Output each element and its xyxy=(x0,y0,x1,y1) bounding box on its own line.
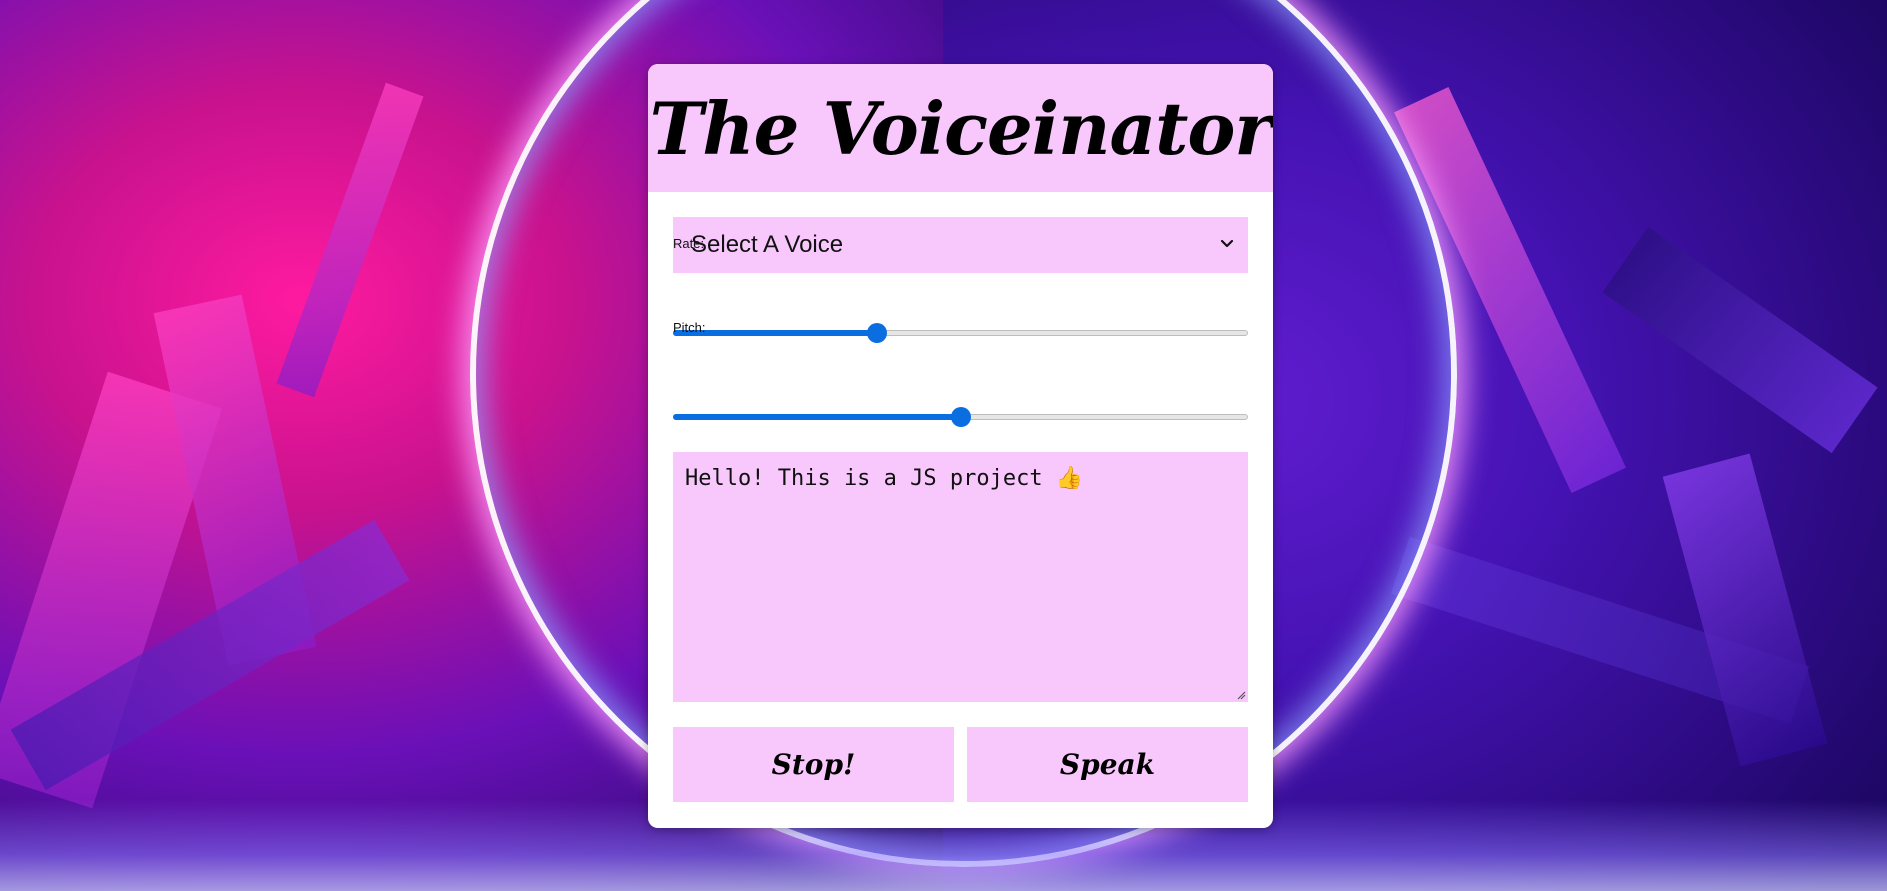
pitch-slider-fill xyxy=(673,414,961,420)
message-textarea[interactable]: Hello! This is a JS project 👍 xyxy=(673,452,1248,702)
page-title: The Voiceinator xyxy=(649,85,1273,171)
rate-slider-thumb[interactable] xyxy=(867,323,888,343)
rate-label: Rate: xyxy=(673,236,705,251)
speak-button[interactable]: Speak xyxy=(967,727,1248,802)
panel-header: The Voiceinator xyxy=(648,64,1273,192)
background-scene: The Voiceinator Select A Voice Rate: Pit… xyxy=(0,0,1887,891)
voice-panel: The Voiceinator Select A Voice Rate: Pit… xyxy=(648,64,1273,828)
crystal-decoration xyxy=(276,82,424,398)
resize-handle-icon[interactable] xyxy=(1236,690,1246,700)
pitch-slider[interactable] xyxy=(673,407,1248,427)
pitch-label: Pitch: xyxy=(673,320,706,335)
stop-button[interactable]: Stop! xyxy=(673,727,954,802)
voice-select-value: Select A Voice xyxy=(691,231,844,258)
voice-select[interactable]: Select A Voice xyxy=(673,217,1248,273)
rate-slider[interactable] xyxy=(673,323,1248,343)
message-text: Hello! This is a JS project 👍 xyxy=(685,466,1084,491)
pitch-slider-thumb[interactable] xyxy=(950,407,971,427)
chevron-down-icon xyxy=(1220,239,1234,248)
